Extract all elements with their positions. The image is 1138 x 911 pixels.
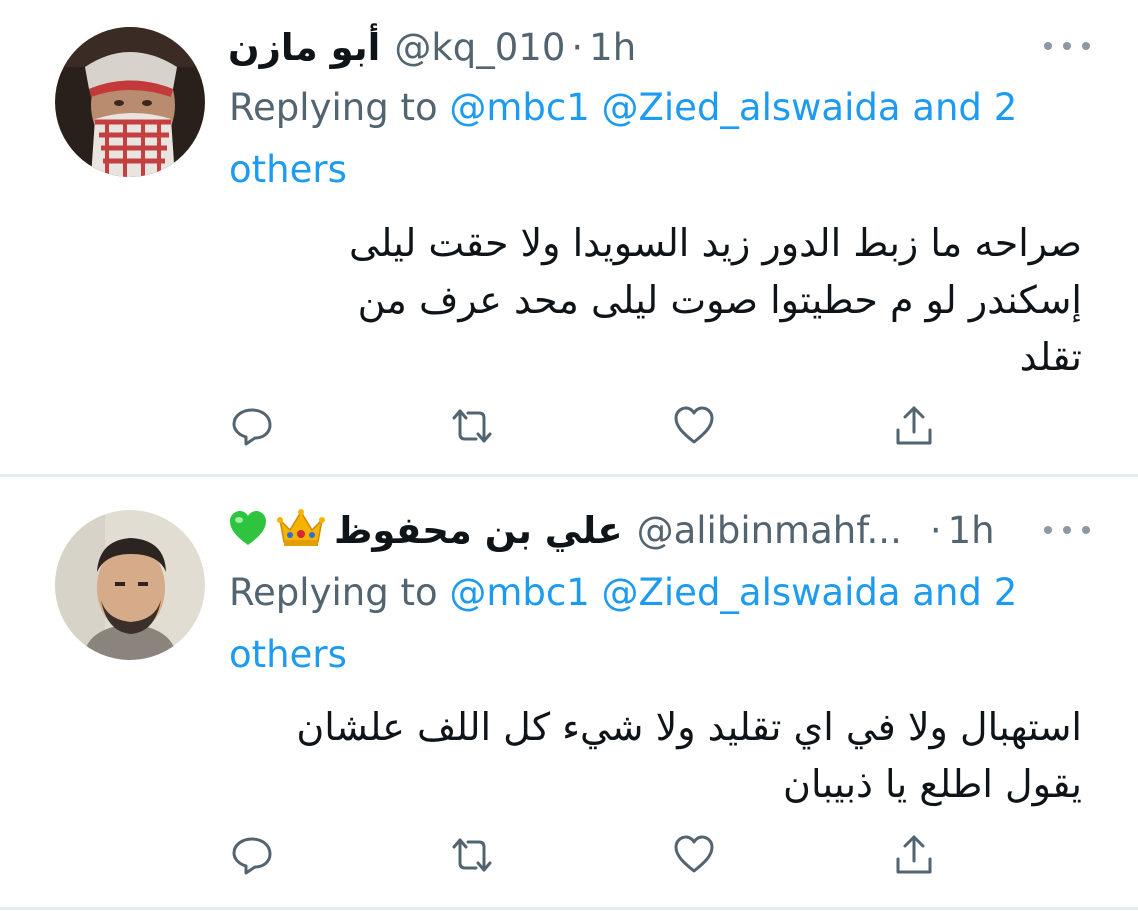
tweet-text-line: يقول اطلع يا ذبيبان: [783, 762, 1082, 806]
tweet-text: استهبال ولا في اي تقليد ولا شيء كل اللف …: [228, 699, 1082, 813]
tweet-text-line: تقلد: [1019, 335, 1082, 379]
handle[interactable]: @alibinmahf...: [637, 509, 902, 552]
share-icon[interactable]: [892, 404, 936, 448]
replying-to: Replying to @mbc1 @Zied_alswaida and 2 o…: [229, 77, 1089, 201]
separator: ·: [929, 508, 942, 552]
tweet[interactable]: علي بن محفوظ @alibinmahf... · 1h Replyin…: [0, 477, 1138, 907]
tweet-header: أبو مازن @kq_010 · 1h: [228, 17, 1118, 77]
replying-and[interactable]: and: [912, 86, 982, 129]
timestamp[interactable]: 1h: [589, 26, 636, 69]
tweet-text: صراحه ما زبط الدور زيد السويدا ولا حقت ل…: [228, 215, 1082, 386]
tweet-text-line: إسكندر لو م حطيتوا صوت ليلى محد عرف من: [357, 278, 1082, 322]
replying-prefix: Replying to: [229, 86, 438, 129]
retweet-icon[interactable]: [450, 404, 494, 448]
more-icon[interactable]: [1044, 36, 1090, 56]
replying-prefix: Replying to: [229, 571, 438, 614]
display-name[interactable]: أبو مازن: [228, 26, 380, 69]
like-icon[interactable]: [672, 833, 716, 877]
tweet-divider: [0, 907, 1138, 910]
crown-emoji: [276, 508, 326, 552]
like-icon[interactable]: [672, 404, 716, 448]
reply-icon[interactable]: [230, 833, 274, 877]
handle[interactable]: @kq_010: [394, 26, 565, 69]
replying-and[interactable]: and: [912, 571, 982, 614]
replying-to: Replying to @mbc1 @Zied_alswaida and 2 o…: [229, 562, 1089, 686]
avatar[interactable]: [55, 510, 205, 660]
share-icon[interactable]: [892, 833, 936, 877]
tweet-actions: [230, 833, 950, 877]
tweet-text-line: استهبال ولا في اي تقليد ولا شيء كل اللف …: [296, 705, 1082, 749]
display-name[interactable]: علي بن محفوظ: [334, 509, 623, 552]
tweet-header: علي بن محفوظ @alibinmahf... · 1h: [228, 500, 1118, 560]
avatar[interactable]: [55, 27, 205, 177]
tweet-actions: [230, 404, 950, 448]
green-heart-emoji: [228, 509, 268, 551]
separator: ·: [571, 25, 584, 69]
timestamp[interactable]: 1h: [948, 509, 995, 552]
more-icon[interactable]: [1044, 520, 1090, 540]
reply-icon[interactable]: [230, 404, 274, 448]
tweet-text-line: صراحه ما زبط الدور زيد السويدا ولا حقت ل…: [349, 221, 1082, 265]
replying-mentions[interactable]: @mbc1 @Zied_alswaida: [449, 86, 900, 129]
retweet-icon[interactable]: [450, 833, 494, 877]
tweet[interactable]: أبو مازن @kq_010 · 1h Replying to @mbc1 …: [0, 0, 1138, 474]
replying-mentions[interactable]: @mbc1 @Zied_alswaida: [449, 571, 900, 614]
